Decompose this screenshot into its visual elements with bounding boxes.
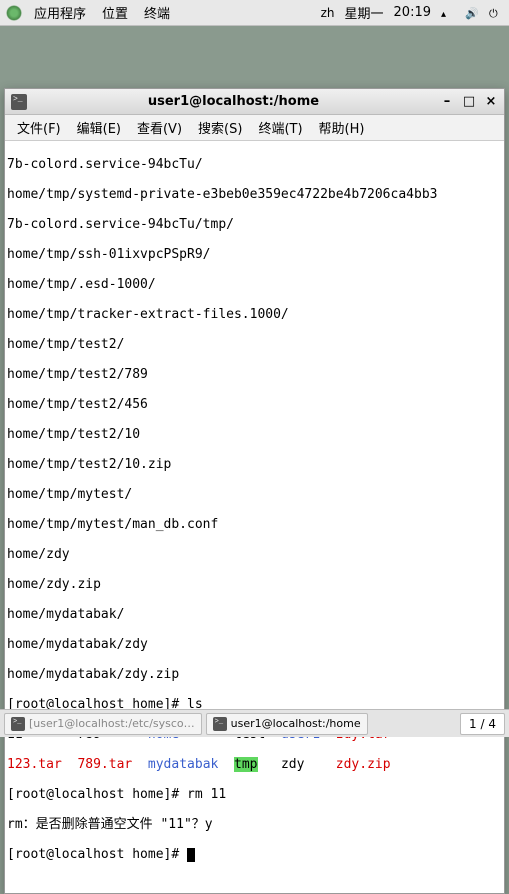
menu-terminal[interactable]: 终端(T) — [250, 118, 310, 137]
prompt-line: [root@localhost home]# rm 11 — [7, 787, 502, 802]
power-icon[interactable] — [489, 6, 503, 20]
menu-search[interactable]: 搜索(S) — [190, 118, 250, 137]
menu-view[interactable]: 查看(V) — [129, 118, 190, 137]
terminal-line: home/tmp/test2/10.zip — [7, 457, 502, 472]
terminal-line: home/tmp/systemd-private-e3beb0e359ec472… — [7, 187, 502, 202]
volume-icon[interactable] — [465, 6, 479, 20]
terminal-line: home/tmp/tracker-extract-files.1000/ — [7, 307, 502, 322]
terminal-line: home/tmp/test2/789 — [7, 367, 502, 382]
terminal-line: home/mydatabak/zdy.zip — [7, 667, 502, 682]
terminal-line: home/tmp/.esd-1000/ — [7, 277, 502, 292]
menu-help[interactable]: 帮助(H) — [311, 118, 373, 137]
distro-logo-icon — [6, 5, 22, 21]
minimize-button[interactable]: – — [440, 95, 454, 109]
input-method-indicator[interactable]: zh — [321, 6, 335, 20]
cursor — [187, 848, 195, 862]
terminal-app-icon — [11, 94, 27, 110]
taskbar-item-label: [user1@localhost:/etc/sysco… — [29, 717, 195, 730]
terminal-line: home/tmp/test2/456 — [7, 397, 502, 412]
top-menu-applications[interactable]: 应用程序 — [26, 3, 94, 22]
top-panel: 应用程序 位置 终端 zh 星期一 20:19 — [0, 0, 509, 26]
terminal-window: user1@localhost:/home – □ × 文件(F) 编辑(E) … — [4, 88, 505, 894]
menubar: 文件(F) 编辑(E) 查看(V) 搜索(S) 终端(T) 帮助(H) — [5, 115, 504, 141]
taskbar: [user1@localhost:/etc/sysco… user1@local… — [0, 709, 509, 737]
terminal-line: home/zdy — [7, 547, 502, 562]
terminal-line: home/zdy.zip — [7, 577, 502, 592]
menu-edit[interactable]: 编辑(E) — [69, 118, 129, 137]
terminal-line: home/tmp/ssh-01ixvpcPSpR9/ — [7, 247, 502, 262]
terminal-line: home/tmp/mytest/man_db.conf — [7, 517, 502, 532]
terminal-output[interactable]: 7b-colord.service-94bcTu/ home/tmp/syste… — [5, 141, 504, 893]
terminal-line: 7b-colord.service-94bcTu/tmp/ — [7, 217, 502, 232]
window-title: user1@localhost:/home — [27, 94, 440, 109]
workspace-switcher[interactable]: 1 / 4 — [460, 713, 505, 735]
terminal-line: home/tmp/test2/10 — [7, 427, 502, 442]
terminal-line: 7b-colord.service-94bcTu/ — [7, 157, 502, 172]
taskbar-item-active[interactable]: user1@localhost:/home — [206, 713, 368, 735]
terminal-line: home/mydatabak/ — [7, 607, 502, 622]
day-label: 星期一 — [345, 3, 384, 22]
rm-confirm-line: rm：是否删除普通空文件 "11"？y — [7, 817, 502, 832]
taskbar-item-label: user1@localhost:/home — [231, 717, 361, 730]
terminal-line: home/mydatabak/zdy — [7, 637, 502, 652]
close-button[interactable]: × — [484, 95, 498, 109]
network-icon[interactable] — [441, 6, 455, 20]
terminal-app-icon — [11, 717, 25, 731]
terminal-app-icon — [213, 717, 227, 731]
taskbar-item[interactable]: [user1@localhost:/etc/sysco… — [4, 713, 202, 735]
top-menu-terminal[interactable]: 终端 — [136, 3, 178, 22]
top-menu-places[interactable]: 位置 — [94, 3, 136, 22]
clock[interactable]: 20:19 — [394, 5, 431, 20]
titlebar[interactable]: user1@localhost:/home – □ × — [5, 89, 504, 115]
maximize-button[interactable]: □ — [462, 95, 476, 109]
desktop: user1@localhost:/home – □ × 文件(F) 编辑(E) … — [0, 26, 509, 709]
menu-file[interactable]: 文件(F) — [9, 118, 69, 137]
terminal-line: home/tmp/mytest/ — [7, 487, 502, 502]
ls-row: 123.tar 789.tar mydatabak tmp zdy zdy.zi… — [7, 757, 502, 772]
prompt-line: [root@localhost home]# — [7, 847, 502, 862]
terminal-line: home/tmp/test2/ — [7, 337, 502, 352]
